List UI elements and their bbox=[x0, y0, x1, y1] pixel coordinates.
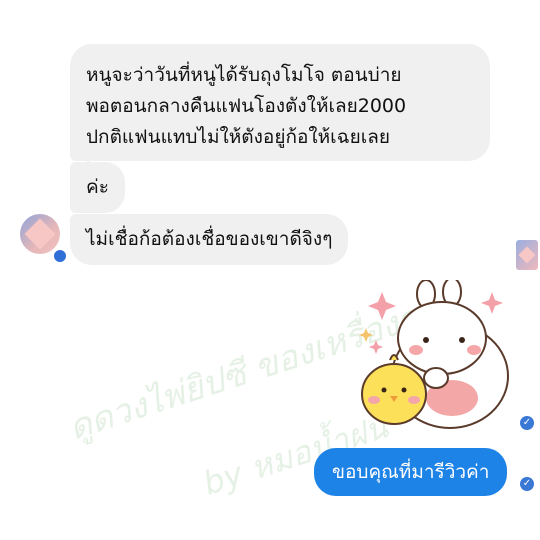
message-line: หนูจะว่าวันที่หนูได้รับถุงโมโจ ตอนบ่าย bbox=[86, 64, 402, 86]
avatar-icon[interactable] bbox=[20, 214, 60, 254]
incoming-message[interactable]: ไม่เชื่อก้อต้องเชื่อของเขาดีจิงๆ bbox=[70, 214, 349, 265]
incoming-message[interactable]: หนูจะว่าวันที่หนูได้รับถุงโมโจ ตอนบ่าย พ… bbox=[70, 44, 490, 161]
incoming-message[interactable]: ค่ะ bbox=[70, 162, 125, 213]
status-dot-icon bbox=[52, 248, 68, 264]
bunny-chick-sticker-icon[interactable] bbox=[352, 280, 522, 430]
outgoing-message[interactable]: ขอบคุณที่มารีวิวค่า bbox=[314, 448, 508, 496]
check-circle-icon: ✓ bbox=[520, 416, 534, 430]
seen-avatar-icon bbox=[516, 240, 538, 270]
message-line: ปกติแฟนแทบไม่ให้ตังอยู่ก้อให้เฉยเลย bbox=[86, 126, 391, 148]
check-circle-icon: ✓ bbox=[520, 477, 534, 491]
message-line: พอตอนกลางคืนแฟนโองตังให้เลย2000 bbox=[86, 95, 407, 117]
